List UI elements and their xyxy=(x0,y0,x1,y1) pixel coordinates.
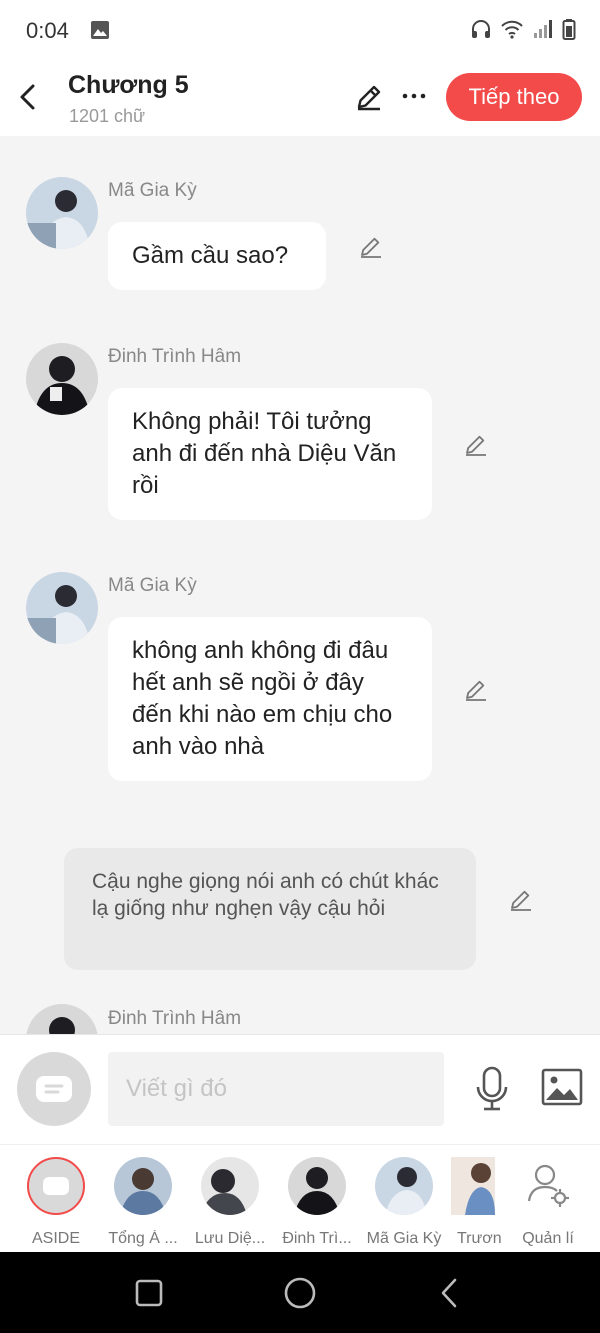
character-label: ASIDE xyxy=(31,1230,80,1247)
edit-message-icon[interactable] xyxy=(358,234,384,265)
speaker-name: Mã Gia Kỳ xyxy=(108,575,197,596)
aside-avatar xyxy=(27,1157,85,1215)
aside-icon xyxy=(36,1076,72,1102)
character-label: Tổng Á ... xyxy=(108,1230,178,1247)
word-count: 1201 chữ xyxy=(69,106,146,126)
back-button[interactable] xyxy=(14,80,42,114)
manage-characters-button[interactable]: Quản lí xyxy=(508,1157,588,1248)
message-bubble[interactable]: không anh không đi đâu hết anh sẽ ngồi ở… xyxy=(108,617,432,781)
message-bubble[interactable]: Không phải! Tôi tưởng anh đi đến nhà Diệ… xyxy=(108,388,432,520)
image-icon[interactable] xyxy=(541,1068,583,1111)
avatar-ma-gia-ky[interactable] xyxy=(26,177,98,249)
chat-area: Mã Gia Kỳ Gầm cầu sao? Đinh Trình Hâm Kh… xyxy=(0,136,600,1034)
edit-chapter-button[interactable] xyxy=(354,82,384,117)
character-label: Mã Gia Kỳ xyxy=(366,1230,442,1247)
character-item[interactable]: Trươn xyxy=(451,1157,501,1248)
more-options-button[interactable] xyxy=(400,82,428,110)
headphones-icon xyxy=(470,18,492,45)
character-label: Đinh Trì... xyxy=(282,1230,352,1247)
compose-bar xyxy=(0,1034,600,1144)
character-label: Trươn xyxy=(457,1230,501,1247)
back-nav-button[interactable] xyxy=(436,1277,464,1314)
edit-message-icon[interactable] xyxy=(508,887,534,918)
user-settings-icon xyxy=(519,1157,577,1215)
avatar xyxy=(288,1157,346,1215)
status-time: 0:04 xyxy=(26,18,69,43)
character-item[interactable]: Lưu Diệ... xyxy=(190,1157,270,1248)
system-nav-bar xyxy=(0,1252,600,1333)
avatar xyxy=(201,1157,259,1215)
speaker-name: Mã Gia Kỳ xyxy=(108,180,197,201)
avatar-dinh-trinh-ham[interactable] xyxy=(26,343,98,415)
recents-button[interactable] xyxy=(134,1278,164,1313)
character-item[interactable]: Đinh Trì... xyxy=(277,1157,357,1248)
character-item[interactable]: Tổng Á ... xyxy=(103,1157,183,1248)
status-bar: 0:04 xyxy=(0,0,600,60)
character-label: Quản lí xyxy=(522,1230,574,1247)
avatar xyxy=(114,1157,172,1215)
edit-message-icon[interactable] xyxy=(463,677,489,708)
gallery-icon xyxy=(90,20,110,45)
next-chapter-button[interactable]: Tiếp theo xyxy=(446,73,582,121)
avatar-ma-gia-ky[interactable] xyxy=(26,572,98,644)
aside-toggle-button[interactable] xyxy=(17,1052,91,1126)
home-button[interactable] xyxy=(283,1276,317,1315)
character-bar: ASIDE Tổng Á ... Lưu Diệ... Đinh Trì... … xyxy=(0,1144,600,1252)
message-input[interactable] xyxy=(108,1052,444,1126)
microphone-icon[interactable] xyxy=(474,1065,510,1118)
avatar xyxy=(451,1157,495,1215)
character-label: Lưu Diệ... xyxy=(194,1230,266,1247)
speaker-name: Đinh Trình Hâm xyxy=(108,1008,242,1029)
speaker-name: Đinh Trình Hâm xyxy=(108,346,242,367)
avatar-dinh-trinh-ham[interactable] xyxy=(26,1004,98,1034)
character-aside[interactable]: ASIDE xyxy=(16,1157,96,1248)
battery-icon xyxy=(562,18,576,45)
character-item[interactable]: Mã Gia Kỳ xyxy=(364,1157,444,1248)
message-bubble[interactable]: Gầm cầu sao? xyxy=(108,222,326,290)
edit-message-icon[interactable] xyxy=(463,432,489,463)
chapter-title: Chương 5 xyxy=(68,71,189,99)
avatar xyxy=(375,1157,433,1215)
narration-bubble[interactable]: Cậu nghe giọng nói anh có chút khác lạ g… xyxy=(64,848,476,970)
chapter-header: Chương 5 1201 chữ Tiếp theo xyxy=(0,60,600,136)
wifi-icon xyxy=(500,18,524,45)
signal-icon xyxy=(532,18,554,45)
